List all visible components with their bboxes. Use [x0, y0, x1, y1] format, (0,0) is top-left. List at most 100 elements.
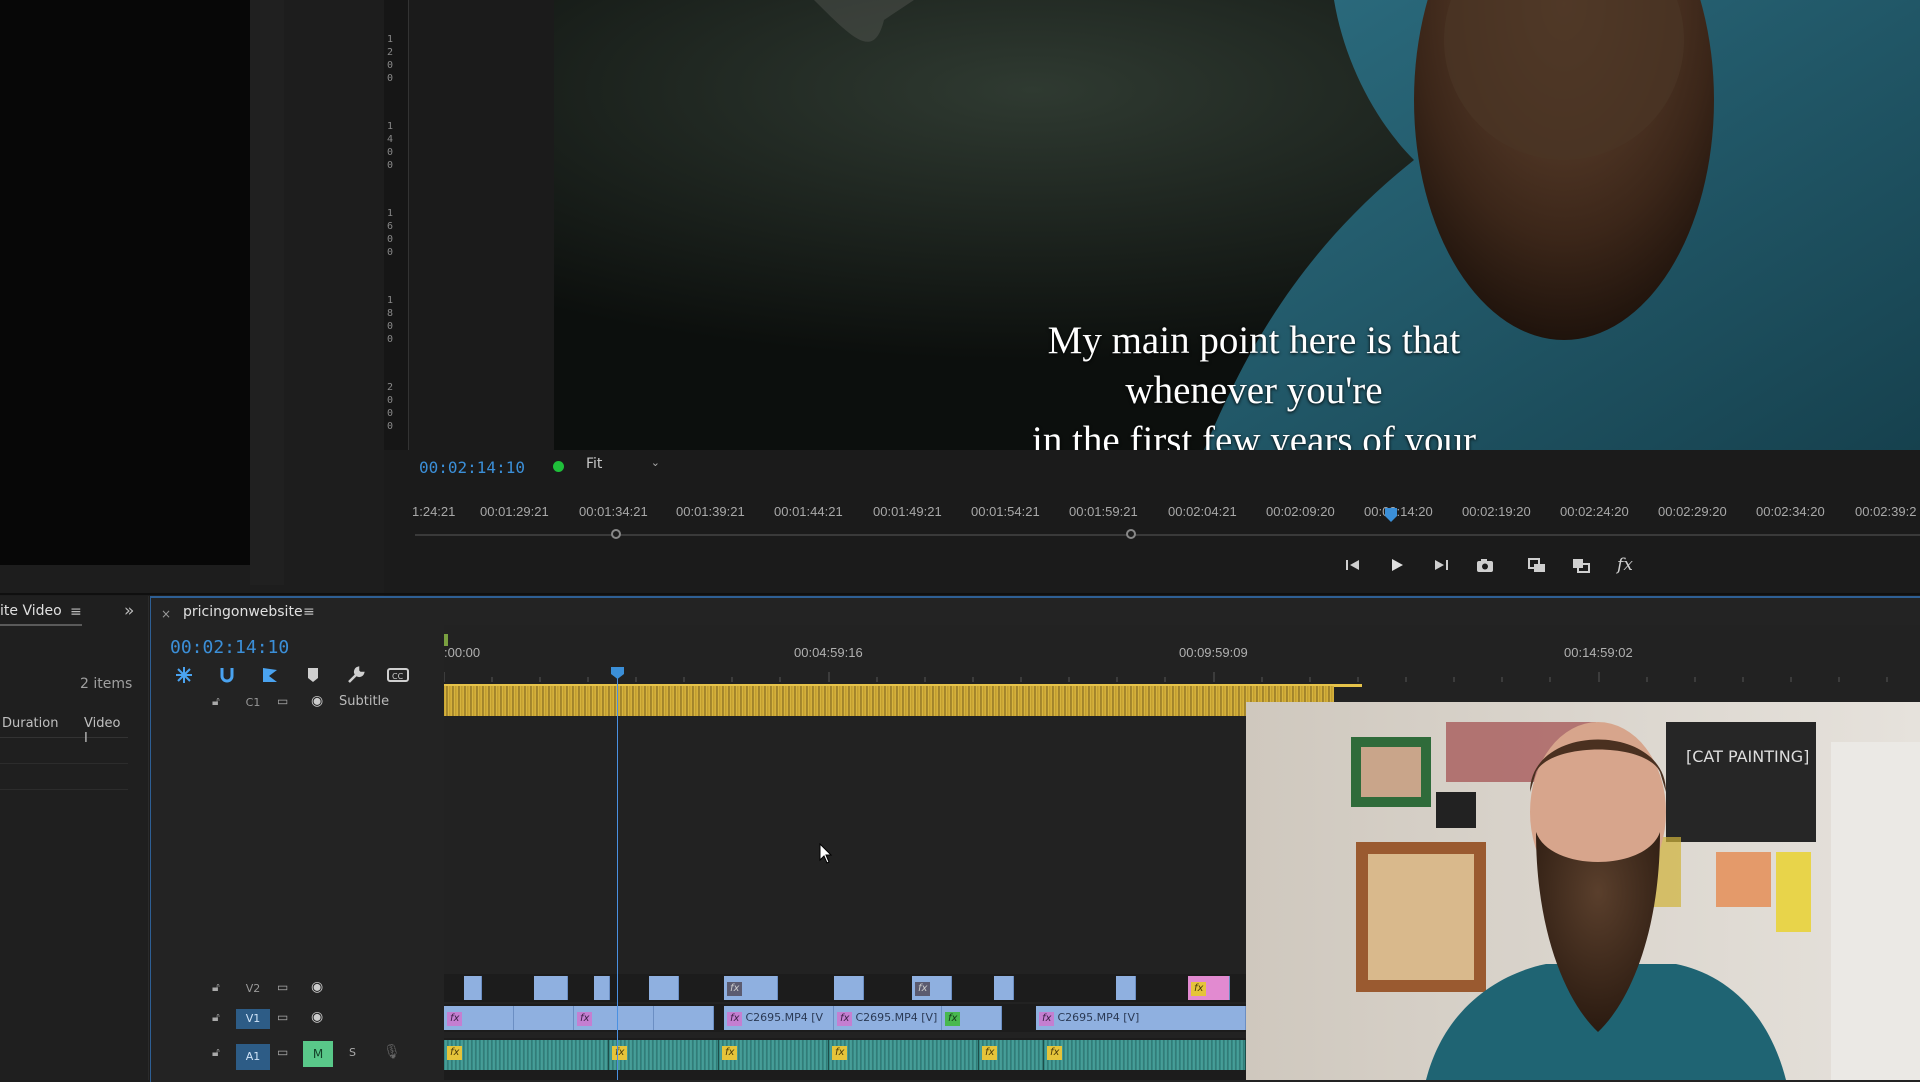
ruler-digit: 0: [387, 147, 394, 158]
camera-icon[interactable]: [1470, 553, 1500, 577]
video-clip[interactable]: [994, 976, 1014, 1000]
eye-icon[interactable]: ◉: [311, 979, 323, 995]
add-marker-icon[interactable]: [302, 664, 324, 686]
video-clip[interactable]: [649, 976, 679, 1000]
project-bin-panel: [0, 596, 149, 1080]
ruler-digit: 1: [387, 121, 394, 132]
track-lane-v2[interactable]: fx fx fx: [444, 974, 1246, 1002]
video-clip[interactable]: [514, 1006, 574, 1030]
video-clip[interactable]: [594, 976, 610, 1000]
close-icon[interactable]: ×: [161, 607, 171, 621]
ruler-digit: 0: [387, 321, 394, 332]
snap-icon[interactable]: [173, 664, 195, 686]
audio-clip[interactable]: fx: [444, 1040, 609, 1070]
monitor-playhead[interactable]: [1385, 508, 1397, 522]
expand-panels-icon[interactable]: »: [124, 601, 134, 621]
ruler-digit: 0: [387, 395, 394, 406]
video-clip[interactable]: fx: [724, 976, 778, 1000]
video-clip[interactable]: fx: [444, 1006, 514, 1030]
eye-icon[interactable]: ◉: [311, 1009, 323, 1025]
play-icon[interactable]: [1382, 553, 1412, 577]
track-name[interactable]: A1: [236, 1044, 270, 1070]
eye-icon[interactable]: ◉: [311, 693, 323, 709]
track-lane-a1[interactable]: fx fx fx fx fx fx: [444, 1038, 1246, 1080]
audio-clip[interactable]: fx: [1044, 1040, 1246, 1070]
solo-button[interactable]: S: [349, 1046, 356, 1059]
zoom-select[interactable]: Fit ⌄: [586, 456, 666, 478]
video-clip[interactable]: [464, 976, 482, 1000]
video-clip[interactable]: fx C2695.MP4 [V]: [834, 1006, 942, 1030]
program-timecode[interactable]: 00:02:14:10: [419, 458, 525, 477]
ruler-digit: 2: [387, 382, 394, 393]
track-name[interactable]: V1: [236, 1009, 270, 1029]
video-clip[interactable]: fx: [574, 1006, 654, 1030]
monitor-zoom-scrollbar[interactable]: [415, 529, 1920, 539]
project-tab[interactable]: ite Video: [0, 603, 62, 619]
panel-menu-icon[interactable]: ≡: [70, 604, 82, 620]
column-header-duration[interactable]: Duration: [2, 716, 58, 731]
insert-icon[interactable]: [1522, 553, 1552, 577]
time-ruler-label: 00:02:24:20: [1560, 504, 1629, 519]
time-ruler-label: 00:02:34:20: [1756, 504, 1825, 519]
time-ruler-label: 00:01:44:21: [774, 504, 843, 519]
lock-icon[interactable]: 🔓︎: [212, 694, 220, 709]
sequence-timecode[interactable]: 00:02:14:10: [170, 637, 289, 658]
tab-underline: [0, 624, 82, 626]
video-clip[interactable]: fx: [912, 976, 952, 1000]
vertical-ruler: 1 2 0 0 1 4 0 0 1 6 0 0 1 8 0 0 2 0 0 0: [384, 0, 409, 450]
track-lane-v1[interactable]: fx fx fx C2695.MP4 [V fx C2695.MP4 [V] fx …: [444, 1004, 1246, 1032]
audio-clip[interactable]: fx: [829, 1040, 979, 1070]
video-clip[interactable]: fx C2695.MP4 [V]: [1036, 1006, 1246, 1030]
track-header-a1: 🔓︎ A1 ▭ M S 🎙︎: [151, 1041, 444, 1073]
caption-clips[interactable]: [444, 686, 1334, 716]
zoom-value: Fit: [586, 456, 603, 472]
panel-menu-icon[interactable]: ≡: [303, 604, 315, 620]
scroll-handle-left[interactable]: [611, 529, 621, 539]
video-clip[interactable]: fx: [1188, 976, 1230, 1000]
video-clip[interactable]: fx C2695.MP4 [V: [724, 1006, 834, 1030]
sequence-tab[interactable]: pricingonwebsite: [183, 604, 303, 620]
lock-icon[interactable]: 🔓︎: [212, 980, 220, 995]
track-header-v2: 🔓︎ V2 ▭ ◉: [151, 976, 444, 1002]
sync-icon[interactable]: ▭: [277, 1045, 288, 1059]
timeline-ruler-label: 00:09:59:09: [1179, 645, 1248, 660]
video-clip[interactable]: [834, 976, 864, 1000]
video-clip[interactable]: [654, 1006, 714, 1030]
video-clip[interactable]: fx: [942, 1006, 1002, 1030]
time-ruler-label: 00:02:19:20: [1462, 504, 1531, 519]
scroll-handle-right[interactable]: [1126, 529, 1136, 539]
timeline-playhead[interactable]: [611, 667, 624, 679]
captions-icon[interactable]: CC: [386, 664, 409, 686]
panel-divider: [0, 593, 1920, 595]
lock-icon[interactable]: 🔓︎: [212, 1010, 220, 1025]
audio-clip[interactable]: fx: [719, 1040, 829, 1070]
fx-icon[interactable]: fx: [1610, 553, 1640, 577]
item-count: 2 items: [80, 676, 133, 692]
fx-badge: fx: [1047, 1046, 1063, 1060]
sync-icon[interactable]: ▭: [277, 980, 288, 994]
bin-row[interactable]: [0, 763, 128, 790]
ruler-digit: 0: [387, 73, 394, 84]
bin-row[interactable]: [0, 737, 128, 764]
mute-button[interactable]: M: [303, 1041, 333, 1067]
overwrite-icon[interactable]: [1566, 553, 1596, 577]
audio-clip[interactable]: fx: [609, 1040, 719, 1070]
ruler-digit: 0: [387, 421, 394, 432]
microphone-icon[interactable]: 🎙︎: [383, 1044, 401, 1060]
video-clip[interactable]: [1116, 976, 1136, 1000]
time-ruler-label: 00:02:14:20: [1364, 504, 1433, 519]
linked-selection-icon[interactable]: [216, 664, 238, 686]
sync-icon[interactable]: ▭: [277, 1010, 288, 1024]
video-clip[interactable]: [534, 976, 568, 1000]
sync-icon[interactable]: ▭: [277, 694, 288, 708]
audio-clip[interactable]: fx: [979, 1040, 1044, 1070]
time-ruler-label: 00:02:39:2: [1855, 504, 1917, 519]
clip-label: C2695.MP4 [V]: [855, 1011, 938, 1024]
wrench-icon[interactable]: [345, 664, 367, 686]
subtitle-line: in the first few years of your business: [1031, 419, 1477, 450]
lock-icon[interactable]: 🔓︎: [212, 1045, 220, 1060]
timeline-ruler[interactable]: :00:00 00:04:59:16 00:09:59:09 00:14:59:…: [444, 645, 1920, 663]
marker-icon[interactable]: [259, 664, 281, 686]
step-forward-icon[interactable]: [1426, 553, 1456, 577]
step-back-icon[interactable]: [1338, 553, 1368, 577]
